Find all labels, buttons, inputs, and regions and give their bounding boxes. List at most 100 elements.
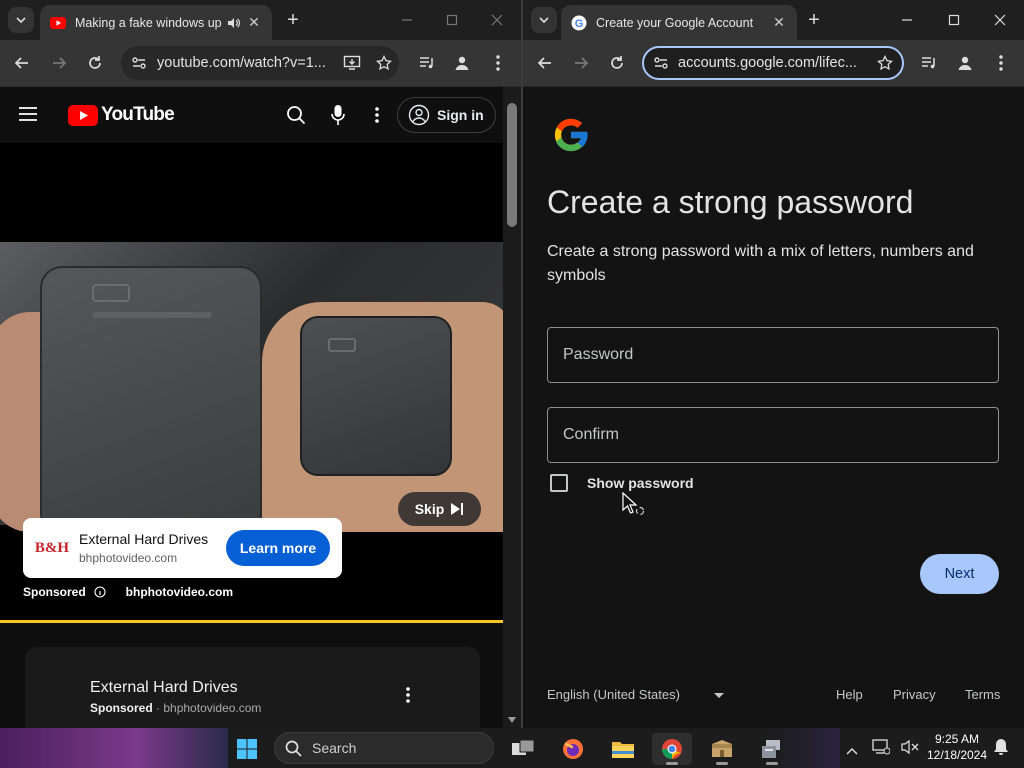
- reload-icon: [89, 56, 101, 69]
- bookmark-star-icon[interactable]: [868, 55, 902, 71]
- new-tab-button[interactable]: +: [282, 10, 304, 32]
- search-icon[interactable]: [286, 105, 306, 130]
- address-url[interactable]: accounts.google.com/lifec...: [678, 55, 868, 71]
- show-password-label[interactable]: Show password: [587, 475, 694, 491]
- page-subtitle: Create a strong password with a mix of l…: [547, 243, 974, 284]
- close-window-button[interactable]: [987, 7, 1013, 33]
- chrome-icon: [661, 739, 682, 760]
- page-scrollbar[interactable]: [503, 87, 521, 728]
- address-url[interactable]: youtube.com/watch?v=1...: [157, 55, 335, 71]
- network-icon[interactable]: [872, 739, 891, 760]
- maximize-button[interactable]: [941, 7, 967, 33]
- install-app-icon[interactable]: [335, 55, 369, 71]
- account-circle-icon: [408, 104, 430, 126]
- sponsored-domain[interactable]: bhphotovideo.com: [126, 585, 233, 599]
- scrollbar-thumb[interactable]: [507, 103, 517, 227]
- show-hidden-icons-chevron-icon[interactable]: [846, 742, 858, 760]
- taskbar-installer-app[interactable]: [752, 733, 792, 765]
- tab-google-account[interactable]: G Create your Google Account ✕: [561, 5, 797, 40]
- task-view-icon: [512, 739, 535, 755]
- media-controls-icon[interactable]: [918, 52, 940, 74]
- address-bar[interactable]: youtube.com/watch?v=1...: [121, 46, 399, 80]
- minimize-button[interactable]: [394, 7, 420, 33]
- search-icon: [285, 740, 302, 757]
- new-tab-button[interactable]: +: [803, 10, 825, 32]
- reload-button[interactable]: [84, 52, 106, 74]
- hamburger-menu-icon[interactable]: [18, 106, 38, 127]
- browser-menu-icon[interactable]: [487, 52, 509, 74]
- close-tab-icon[interactable]: ✕: [246, 14, 262, 31]
- bookmark-star-icon[interactable]: [369, 55, 399, 71]
- youtube-logo[interactable]: YouTube: [68, 104, 175, 126]
- skip-next-icon: [451, 503, 464, 515]
- sponsored-card[interactable]: External Hard Drives Sponsored · bhphoto…: [25, 647, 480, 728]
- taskbar-chrome[interactable]: [652, 733, 692, 765]
- learn-more-button[interactable]: Learn more: [226, 530, 330, 566]
- sponsored-label: Sponsored: [23, 585, 86, 599]
- back-arrow-icon: [14, 57, 28, 69]
- dropdown-arrow-icon: [713, 693, 724, 698]
- browser-menu-icon[interactable]: [990, 52, 1012, 74]
- mouse-cursor-icon: [622, 491, 645, 521]
- taskbar-clock[interactable]: 9:25 AM 12/18/2024: [926, 731, 988, 763]
- video-frame: [0, 242, 503, 536]
- minimize-button[interactable]: [894, 7, 920, 33]
- password-field[interactable]: [547, 327, 999, 383]
- maximize-button[interactable]: [439, 7, 465, 33]
- speaker-icon[interactable]: [226, 16, 240, 30]
- info-icon[interactable]: [94, 586, 106, 598]
- ad-title: External Hard Drives: [79, 531, 209, 547]
- site-info-icon[interactable]: [644, 55, 678, 71]
- help-link[interactable]: Help: [836, 687, 863, 702]
- language-selector[interactable]: English (United States): [547, 687, 724, 702]
- terms-link[interactable]: Terms: [965, 687, 1000, 702]
- forward-button[interactable]: [48, 52, 70, 74]
- windows-logo-icon: [237, 739, 257, 759]
- tab-search-button[interactable]: [531, 7, 557, 33]
- desktop-wallpaper-strip: [0, 728, 228, 768]
- privacy-link[interactable]: Privacy: [893, 687, 936, 702]
- volume-muted-icon[interactable]: [901, 739, 919, 760]
- folder-icon: [612, 742, 634, 758]
- tab-title: Create your Google Account: [596, 15, 754, 30]
- forward-button[interactable]: [570, 52, 592, 74]
- confirm-password-field[interactable]: [547, 407, 999, 463]
- taskbar-archive-app[interactable]: [702, 733, 742, 765]
- site-info-icon[interactable]: [121, 55, 157, 71]
- hard-drive-large: [40, 266, 262, 536]
- firefox-icon: [563, 739, 583, 759]
- taskbar-firefox[interactable]: [553, 733, 593, 765]
- start-button[interactable]: [227, 733, 267, 765]
- hard-drive-small: [300, 316, 452, 476]
- more-options-icon[interactable]: [375, 107, 379, 128]
- card-title: External Hard Drives: [90, 679, 238, 696]
- card-more-options-icon[interactable]: [406, 687, 410, 708]
- scroll-down-arrow-icon[interactable]: [508, 717, 516, 723]
- show-password-checkbox[interactable]: [550, 474, 568, 492]
- close-window-button[interactable]: [484, 7, 510, 33]
- tab-youtube[interactable]: Making a fake windows up ✕: [40, 5, 272, 40]
- tab-search-button[interactable]: [8, 7, 34, 33]
- chevron-down-icon: [539, 17, 549, 24]
- skip-label: Skip: [414, 501, 445, 517]
- google-favicon-icon: G: [571, 15, 587, 31]
- sign-in-button[interactable]: Sign in: [397, 97, 496, 133]
- next-button[interactable]: Next: [920, 554, 999, 594]
- skip-button[interactable]: Skip: [398, 492, 481, 526]
- language-label: English (United States): [547, 687, 680, 702]
- ad-progress-bar: [0, 620, 503, 623]
- media-controls-icon[interactable]: [416, 52, 438, 74]
- reload-button[interactable]: [606, 52, 628, 74]
- taskbar-search[interactable]: Search: [274, 732, 494, 764]
- tab-title: Making a fake windows up: [75, 15, 222, 30]
- address-bar[interactable]: accounts.google.com/lifec...: [642, 46, 904, 80]
- profile-icon[interactable]: [954, 52, 976, 74]
- task-view-button[interactable]: [503, 733, 543, 765]
- back-button[interactable]: [534, 52, 556, 74]
- back-button[interactable]: [11, 52, 33, 74]
- close-tab-icon[interactable]: ✕: [771, 14, 787, 31]
- microphone-icon[interactable]: [331, 104, 345, 131]
- taskbar-file-explorer[interactable]: [603, 733, 643, 765]
- profile-icon[interactable]: [451, 52, 473, 74]
- notification-bell-icon[interactable]: [993, 738, 1009, 761]
